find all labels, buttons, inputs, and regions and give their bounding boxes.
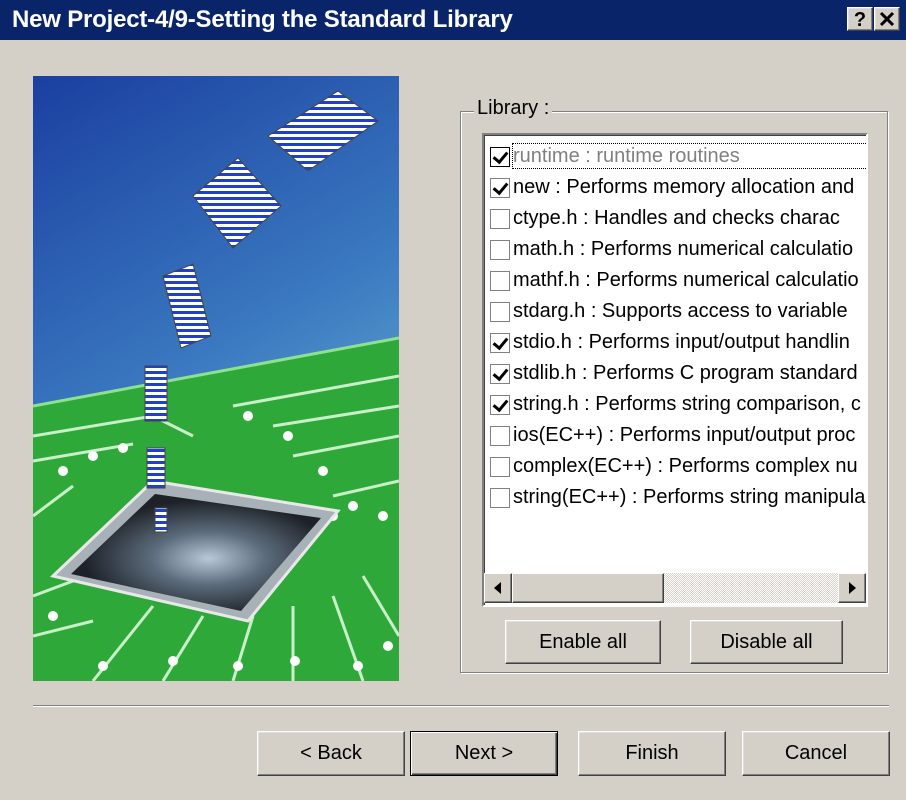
horizontal-scrollbar[interactable]: [482, 571, 868, 605]
library-checkbox[interactable]: [490, 364, 510, 384]
dialog-window: New Project-4/9-Setting the Standard Lib…: [0, 0, 906, 800]
library-checkbox[interactable]: [490, 426, 510, 446]
scroll-right-button[interactable]: [838, 573, 866, 603]
library-checkbox[interactable]: [490, 178, 510, 198]
library-checkbox[interactable]: [490, 147, 510, 167]
disable-all-button[interactable]: Disable all: [690, 620, 843, 664]
library-list: runtime : runtime routines new : Perform…: [488, 141, 866, 513]
library-item-label: string(EC++) : Performs string manipula: [513, 486, 866, 508]
wizard-illustration: [33, 76, 399, 681]
library-item-label: stdlib.h : Performs C program standard: [513, 362, 858, 384]
library-item-new[interactable]: new : Performs memory allocation and: [488, 172, 866, 203]
next-button[interactable]: Next >: [410, 731, 558, 776]
library-item-complex-ecpp[interactable]: complex(EC++) : Performs complex nu: [488, 451, 866, 482]
library-checkbox[interactable]: [490, 457, 510, 477]
library-item-ios-ecpp[interactable]: ios(EC++) : Performs input/output proc: [488, 420, 866, 451]
library-checkbox[interactable]: [490, 209, 510, 229]
help-button[interactable]: ?: [847, 7, 873, 31]
library-item-string[interactable]: string.h : Performs string comparison, c: [488, 389, 866, 420]
library-item-ctype[interactable]: ctype.h : Handles and checks charac: [488, 203, 866, 234]
back-button[interactable]: < Back: [257, 731, 405, 776]
library-item-label: mathf.h : Performs numerical calculatio: [513, 269, 859, 291]
library-groupbox-label: Library :: [474, 97, 553, 119]
library-item-runtime[interactable]: runtime : runtime routines: [488, 141, 866, 172]
focus-rectangle: [512, 143, 866, 169]
cancel-button[interactable]: Cancel: [742, 731, 890, 776]
library-checkbox[interactable]: [490, 302, 510, 322]
library-item-stdio[interactable]: stdio.h : Performs input/output handlin: [488, 327, 866, 358]
library-checkbox[interactable]: [490, 333, 510, 353]
close-icon: [879, 11, 895, 27]
separator: [33, 705, 889, 707]
arrow-left-icon: [494, 582, 501, 594]
arrow-right-icon: [849, 582, 856, 594]
library-item-label: string.h : Performs string comparison, c: [513, 393, 861, 415]
library-item-stdlib[interactable]: stdlib.h : Performs C program standard: [488, 358, 866, 389]
scroll-left-button[interactable]: [484, 573, 512, 603]
library-item-stdarg[interactable]: stdarg.h : Supports access to variable: [488, 296, 866, 327]
library-item-label: ctype.h : Handles and checks charac: [513, 207, 840, 229]
library-checkbox[interactable]: [490, 395, 510, 415]
library-checkbox[interactable]: [490, 488, 510, 508]
library-checkbox[interactable]: [490, 271, 510, 291]
scrollbar-thumb[interactable]: [512, 573, 664, 603]
library-item-string-ecpp[interactable]: string(EC++) : Performs string manipula: [488, 482, 866, 513]
title-bar[interactable]: New Project-4/9-Setting the Standard Lib…: [0, 0, 906, 40]
library-checkbox[interactable]: [490, 240, 510, 260]
close-button[interactable]: [874, 7, 900, 31]
window-title: New Project-4/9-Setting the Standard Lib…: [12, 6, 513, 33]
enable-all-button[interactable]: Enable all: [505, 620, 661, 664]
finish-button[interactable]: Finish: [578, 731, 726, 776]
library-item-label: stdarg.h : Supports access to variable: [513, 300, 848, 322]
library-item-label: stdio.h : Performs input/output handlin: [513, 331, 850, 353]
library-item-label: math.h : Performs numerical calculatio: [513, 238, 854, 260]
library-item-label: new : Performs memory allocation and: [513, 176, 855, 198]
library-listbox[interactable]: runtime : runtime routines new : Perform…: [482, 133, 868, 607]
library-item-label: ios(EC++) : Performs input/output proc: [513, 424, 856, 446]
library-item-label: complex(EC++) : Performs complex nu: [513, 455, 858, 477]
library-item-math[interactable]: math.h : Performs numerical calculatio: [488, 234, 866, 265]
library-item-mathf[interactable]: mathf.h : Performs numerical calculatio: [488, 265, 866, 296]
